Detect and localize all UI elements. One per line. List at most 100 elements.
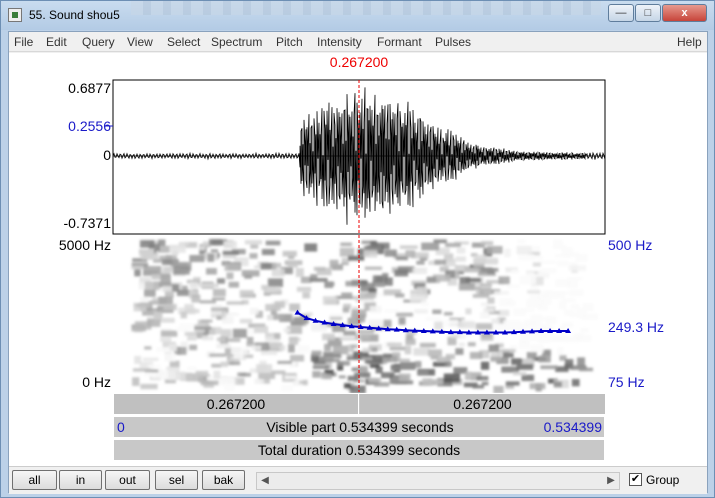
spectrogram-cell (537, 334, 551, 343)
spectrogram-cell (558, 300, 567, 310)
background-window-glimpse (131, 1, 601, 15)
spectrogram-cell (494, 290, 509, 295)
spectrogram-cell (265, 240, 281, 246)
spectrogram-cell (226, 301, 244, 305)
menu-pulses[interactable]: Pulses (435, 35, 471, 49)
spectrogram-cell (141, 253, 159, 260)
spectrogram-cell (434, 259, 447, 265)
spectrogram-cell (516, 364, 534, 370)
zoom-out-button[interactable]: out (105, 470, 150, 490)
spectrogram-cell (516, 245, 532, 255)
spectrogram-cell (334, 295, 353, 299)
spectrogram-cell (325, 358, 340, 363)
spectrogram-cell (310, 274, 318, 279)
spectrogram-cell (239, 318, 253, 324)
minimize-button[interactable]: — (608, 4, 634, 22)
menu-formant[interactable]: Formant (377, 35, 422, 49)
spectrogram-cell (168, 343, 178, 352)
menu-bar: File Edit Query View Select Spectrum Pit… (9, 32, 707, 52)
spectrogram-cell (428, 349, 442, 357)
spectrogram-cell (304, 243, 318, 252)
spectrogram-cell (488, 344, 500, 352)
zoom-sel-button[interactable]: sel (155, 470, 198, 490)
spectrogram-cell (252, 345, 262, 351)
waveform-zero-label: 0 (103, 147, 111, 163)
zoom-in-button[interactable]: in (59, 470, 102, 490)
spectrogram-cell (324, 281, 335, 287)
zoom-back-button[interactable]: bak (202, 470, 245, 490)
spectrogram-cell (200, 380, 219, 386)
spectrogram-cell (277, 360, 292, 364)
spectrogram-cell (580, 327, 589, 333)
spectrogram-cell (491, 318, 500, 324)
spectrogram-cell (340, 242, 352, 247)
spectrogram-cell (368, 377, 382, 383)
total-duration-bar[interactable]: Total duration 0.534399 seconds (113, 439, 605, 461)
spectrogram-cell (345, 281, 361, 287)
spectrogram-cell (434, 321, 443, 330)
editor-client-area: File Edit Query View Select Spectrum Pit… (8, 31, 708, 494)
menu-view[interactable]: View (127, 35, 153, 49)
menu-intensity[interactable]: Intensity (317, 35, 362, 49)
group-checkbox[interactable]: ✔ (629, 473, 642, 486)
menu-select[interactable]: Select (167, 35, 200, 49)
spectrogram-cell (256, 364, 273, 373)
zoom-all-button[interactable]: all (12, 470, 57, 490)
spectrogram-cell (487, 297, 495, 304)
spectrogram-cell (400, 362, 416, 370)
scroll-right-arrow-icon[interactable]: ▶ (603, 473, 619, 489)
spectrogram-cell (465, 308, 472, 315)
spectrogram-cell (232, 328, 247, 338)
spectrogram-cell (506, 284, 520, 289)
spectrogram-cell (254, 326, 269, 333)
spectrogram-cell (432, 309, 442, 314)
spectrogram-cell (564, 336, 580, 343)
visible-part-label: Visible part 0.534399 seconds (266, 419, 454, 435)
spectrogram-cell (346, 357, 364, 360)
spectrogram-cell (374, 382, 390, 387)
visible-part-bar[interactable]: 0 Visible part 0.534399 seconds 0.534399 (113, 416, 605, 438)
spectrogram-cell (478, 267, 493, 274)
menu-query[interactable]: Query (82, 35, 115, 49)
spectrogram-cell (361, 357, 373, 361)
spectrogram-cell (169, 360, 180, 368)
spectrogram-cell (498, 276, 510, 285)
menu-pitch[interactable]: Pitch (276, 35, 303, 49)
menu-spectrum[interactable]: Spectrum (211, 35, 262, 49)
spectrogram-cell (186, 309, 200, 314)
spectrogram-cell (332, 345, 349, 355)
spectrogram-cell (455, 348, 464, 355)
maximize-button[interactable]: □ (635, 4, 661, 22)
spectrogram-cell (387, 342, 402, 347)
spectrogram-cell (480, 302, 489, 307)
spectrogram-cell (274, 333, 281, 339)
horizontal-scrollbar[interactable]: ◀ ▶ (256, 472, 620, 490)
spectrogram-cell (579, 367, 593, 372)
spectrogram-cell (207, 253, 215, 262)
sound-editor-canvas[interactable]: 0.267200 0.6877 0.2556 0 -0.7371 5000 Hz… (9, 53, 707, 493)
spectrogram-cell (209, 353, 226, 357)
spectrogram-cell (368, 319, 383, 328)
spectrogram-cell (472, 294, 490, 298)
scroll-left-arrow-icon[interactable]: ◀ (257, 473, 273, 489)
title-bar[interactable]: 55. Sound shou5 — □ x (1, 1, 714, 30)
spectrogram-cell (271, 268, 285, 277)
spectrogram-cell (201, 283, 219, 288)
menu-edit[interactable]: Edit (46, 35, 67, 49)
menu-help[interactable]: Help (677, 35, 702, 49)
menu-file[interactable]: File (14, 35, 33, 49)
time-before-cursor[interactable]: 0.267200 (114, 394, 359, 414)
spectrogram-cell (131, 265, 144, 270)
pitch-floor-label: 75 Hz (608, 374, 645, 390)
spectrogram-cell (144, 289, 156, 297)
spectrogram-cell (532, 262, 541, 267)
spectrogram-cell (339, 247, 355, 257)
spectrogram-cell (362, 347, 372, 353)
spectrogram-cell (498, 310, 510, 316)
group-checkbox-label: Group (646, 473, 680, 487)
spectrogram-cell (354, 372, 371, 378)
close-button[interactable]: x (662, 4, 707, 22)
spectrogram-cell (384, 277, 393, 286)
time-after-cursor[interactable]: 0.267200 (360, 394, 605, 414)
spectrogram-cell (517, 239, 526, 244)
